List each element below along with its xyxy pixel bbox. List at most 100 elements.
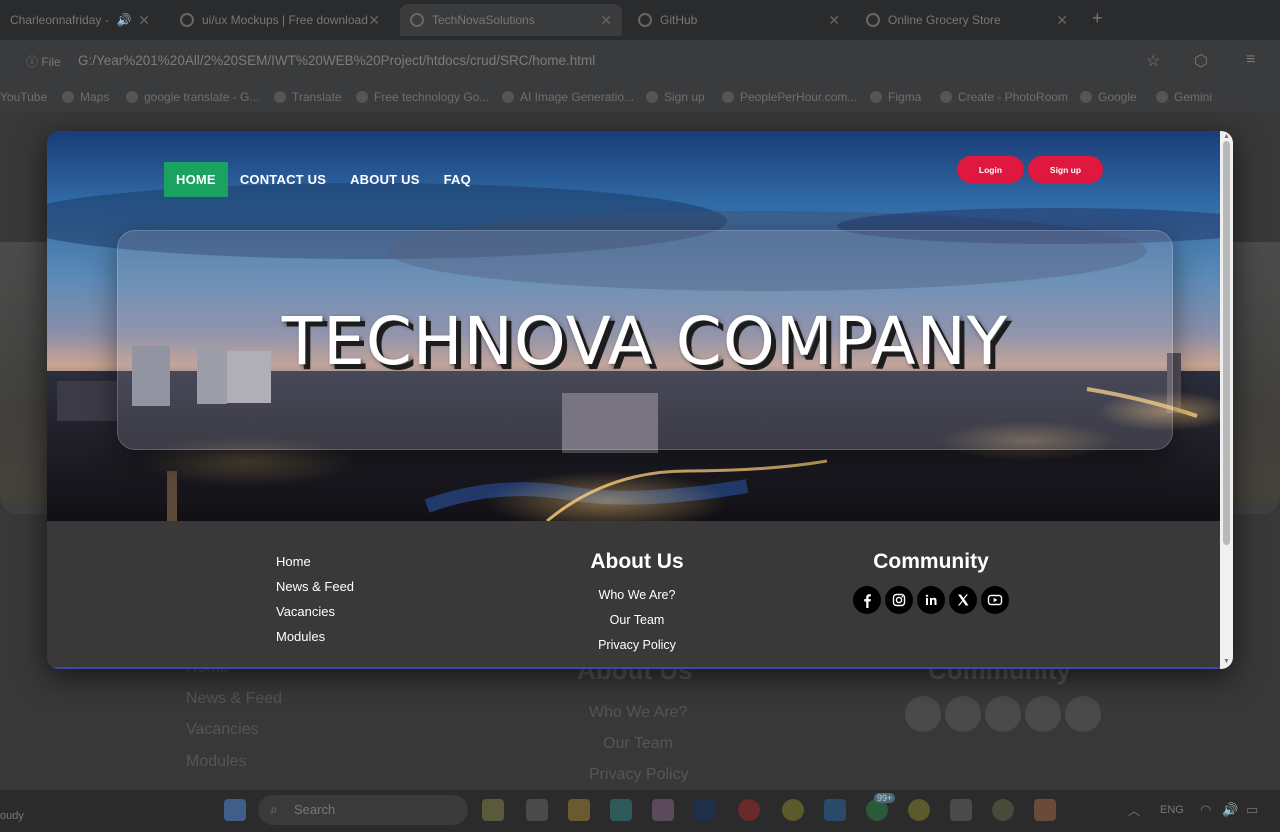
battery-icon[interactable]: ▭ [1246,802,1258,818]
hero-glass-card: TECHNOVA COMPANY [117,230,1173,450]
bookmark-google-translate[interactable]: google translate - G... [126,90,259,104]
modal-scrollbar[interactable]: ▲ ▼ [1220,131,1233,669]
scroll-down-icon[interactable]: ▼ [1223,658,1230,665]
google-icon [1080,91,1092,103]
volume-icon[interactable]: 🔊 [1222,802,1238,818]
footer-link-news-feed[interactable]: News & Feed [276,579,354,604]
browser-tab-strip: Charleonnafriday - 🔊 ✕ ui/ux Mockups | F… [0,0,1280,40]
settings-icon[interactable] [950,799,972,821]
tab-label: TechNovaSolutions [432,13,535,27]
close-tab-icon[interactable]: ✕ [600,12,612,29]
widgets-icon[interactable] [482,799,504,821]
about-our-team[interactable]: Our Team [517,613,757,638]
close-tab-icon[interactable]: ✕ [828,12,840,29]
bg-about-team: Our Team [603,735,673,752]
about-who-we-are[interactable]: Who We Are? [517,588,757,613]
tab-charleonnafriday[interactable]: Charleonnafriday - 🔊 ✕ [0,4,160,36]
chrome-canary-icon[interactable] [908,799,930,821]
about-privacy-policy[interactable]: Privacy Policy [517,638,757,663]
footer-link-vacancies[interactable]: Vacancies [276,604,354,629]
youtube-icon[interactable] [981,586,1009,614]
hero-section: HOME CONTACT US ABOUT US FAQ Login Sign … [47,131,1220,521]
scroll-up-icon[interactable]: ▲ [1223,133,1230,140]
tab-label: ui/ux Mockups | Free download [202,13,368,27]
photoshop-icon[interactable] [694,799,716,821]
vscode-icon[interactable] [824,799,846,821]
chrome-icon[interactable] [782,799,804,821]
close-tab-icon[interactable]: ✕ [368,12,380,29]
bookmark-sign-up[interactable]: Sign up [646,90,705,104]
bookmark-figma[interactable]: Figma [870,90,921,104]
edge-icon[interactable] [610,799,632,821]
bookmarks-bar: YouTube Maps google translate - G... Tra… [0,84,1280,110]
xampp-icon[interactable] [1034,799,1056,821]
nav-faq[interactable]: FAQ [432,162,483,197]
linkedin-icon[interactable] [917,586,945,614]
github-icon [638,13,652,27]
instagram-icon[interactable] [885,586,913,614]
bookmark-youtube[interactable]: YouTube [0,90,47,104]
bookmark-label: Figma [888,90,922,104]
task-view-icon[interactable] [526,799,548,821]
bookmark-label: Maps [80,90,110,104]
bookmark-translate[interactable]: Translate [274,90,342,104]
tab-uiux-mockups[interactable]: ui/ux Mockups | Free download ✕ [170,4,390,36]
footer-link-modules[interactable]: Modules [276,629,354,654]
login-button[interactable]: Login [957,156,1024,183]
nav-contact-us[interactable]: CONTACT US [228,162,338,197]
bookmark-free-technology[interactable]: Free technology Go... [356,90,489,104]
nav-home[interactable]: HOME [164,161,228,197]
tab-github[interactable]: GitHub ✕ [628,4,850,36]
bg-x-icon [1025,696,1061,732]
chevron-up-icon[interactable]: ︿ [1128,802,1140,819]
address-bar: ⓘ File G:/Year%201%20All/2%20SEM/IWT%20W… [0,40,1280,82]
tab-technova[interactable]: TechNovaSolutions ✕ [400,4,622,36]
file-label: File [41,55,61,69]
bookmark-photoroom[interactable]: Create - PhotoRoom [940,90,1068,104]
site-footer: Home News & Feed Vacancies Modules About… [47,521,1220,669]
bookmark-peopleperhour[interactable]: PeoplePerHour.com... [722,90,857,104]
bookmark-label: Translate [292,90,342,104]
close-tab-icon[interactable]: ✕ [1056,12,1068,29]
bookmark-favicon-icon [722,91,734,103]
signup-button[interactable]: Sign up [1028,156,1103,183]
scroll-thumb[interactable] [1223,141,1230,545]
tab-grocery[interactable]: Online Grocery Store ✕ [856,4,1078,36]
reading-list-icon[interactable]: ≡ [1246,51,1255,69]
search-placeholder: Search [294,802,336,817]
opera-icon[interactable] [738,799,760,821]
taskbar-search[interactable]: ⌕ Search [258,795,468,825]
bookmark-label: Sign up [664,90,705,104]
wifi-icon[interactable]: ◠ [1200,802,1211,818]
nav-about-us[interactable]: ABOUT US [338,162,432,197]
bookmark-google[interactable]: Google [1080,90,1137,104]
footer-link-home[interactable]: Home [276,554,354,579]
store-icon[interactable] [652,799,674,821]
bg-instagram-icon [945,696,981,732]
bg-youtube-icon [1065,696,1101,732]
language-indicator[interactable]: ENG [1160,804,1184,816]
bookmark-label: PeoplePerHour.com... [740,90,858,104]
bookmark-gemini[interactable]: Gemini [1156,90,1212,104]
bg-about-privacy: Privacy Policy [589,766,689,783]
x-icon[interactable] [949,586,977,614]
bookmark-label: Create - PhotoRoom [958,90,1069,104]
bookmark-favicon-icon [502,91,514,103]
facebook-icon[interactable] [853,586,881,614]
new-tab-icon[interactable]: + [1092,8,1103,29]
gear-icon[interactable] [992,799,1014,821]
windows-start-icon[interactable] [224,799,246,821]
extensions-icon[interactable]: ⬡ [1194,51,1208,71]
speaker-icon[interactable]: 🔊 [117,13,132,27]
main-nav: HOME CONTACT US ABOUT US FAQ [164,161,483,197]
bookmark-maps[interactable]: Maps [62,90,109,104]
bookmark-ai-image[interactable]: AI Image Generatio... [502,90,634,104]
file-badge[interactable]: ⓘ File [26,53,61,70]
search-icon: ⌕ [270,801,278,817]
star-icon[interactable]: ☆ [1146,51,1160,71]
tab-label: GitHub [660,13,698,27]
bg-facebook-icon [905,696,941,732]
file-explorer-icon[interactable] [568,799,590,821]
url-field[interactable]: G:/Year%201%20All/2%20SEM/IWT%20WEB%20Pr… [78,53,595,68]
close-tab-icon[interactable]: ✕ [138,12,150,29]
